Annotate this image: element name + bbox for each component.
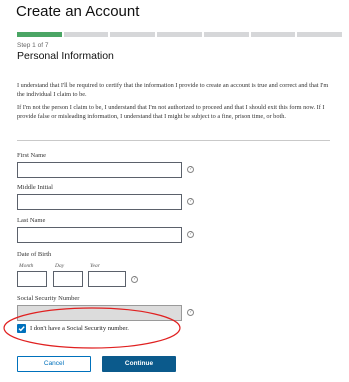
ssn-input	[17, 305, 182, 321]
dob-year-label: Year	[90, 263, 100, 269]
middle-initial-input[interactable]	[17, 194, 182, 210]
no-ssn-label[interactable]: I don't have a Social Security number.	[30, 325, 129, 332]
progress-segment	[63, 32, 109, 37]
warning-paragraph: If I'm not the person I claim to be, I u…	[17, 104, 325, 120]
ssn-label: Social Security Number	[17, 295, 80, 302]
first-name-label: First Name	[17, 152, 47, 159]
first-name-input[interactable]	[17, 162, 182, 178]
no-ssn-checkbox[interactable]	[17, 324, 26, 333]
dob-month-label: Month	[19, 263, 34, 269]
cancel-button[interactable]: Cancel	[17, 356, 91, 372]
help-icon[interactable]: ?	[187, 309, 194, 316]
progress-bar	[17, 32, 343, 37]
progress-segment	[297, 32, 343, 37]
certification-paragraph: I understand that I'll be required to ce…	[17, 82, 329, 98]
divider	[17, 140, 330, 141]
progress-segment	[157, 32, 202, 37]
help-icon[interactable]: ?	[187, 231, 194, 238]
dob-label: Date of Birth	[17, 251, 52, 258]
progress-segment	[250, 32, 296, 37]
checkmark-icon	[18, 326, 25, 332]
continue-button[interactable]: Continue	[102, 356, 176, 372]
progress-segment	[203, 32, 249, 37]
no-ssn-checkbox-row[interactable]: I don't have a Social Security number.	[17, 324, 129, 333]
help-icon[interactable]: ?	[187, 166, 194, 173]
help-icon[interactable]: ?	[187, 198, 194, 205]
help-icon[interactable]: ?	[131, 276, 138, 283]
progress-segment	[110, 32, 156, 37]
dob-day-input[interactable]	[53, 271, 83, 287]
dob-year-input[interactable]	[88, 271, 126, 287]
progress-segment	[17, 32, 62, 37]
dob-month-input[interactable]	[17, 271, 47, 287]
dob-day-label: Day	[55, 263, 65, 269]
last-name-input[interactable]	[17, 227, 182, 243]
section-title: Personal Information	[17, 50, 114, 62]
step-indicator: Step 1 of 7	[17, 42, 49, 49]
last-name-label: Last Name	[17, 217, 46, 224]
page-title: Create an Account	[16, 3, 140, 20]
middle-initial-label: Middle Initial	[17, 184, 53, 191]
